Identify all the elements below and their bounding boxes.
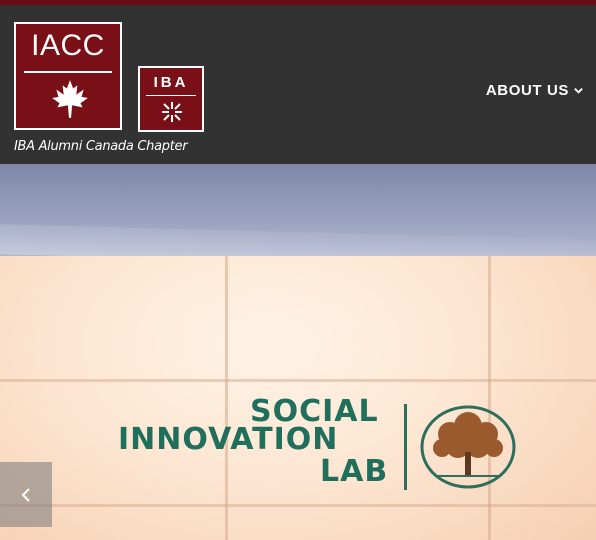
iba-logo[interactable]: IBA <box>138 66 204 132</box>
slider-prev-button[interactable] <box>0 462 52 527</box>
iba-logo-rule <box>146 95 196 96</box>
sign-text-lab: LAB <box>320 454 389 489</box>
iacc-logo[interactable]: IACC <box>14 22 122 130</box>
wall-panel-seam <box>0 379 596 382</box>
sign-text-innovation: INNOVATION <box>118 422 339 457</box>
maple-leaf-icon <box>52 80 88 118</box>
chevron-left-icon <box>21 487 30 502</box>
nav-about-us[interactable]: ABOUT US <box>486 82 584 99</box>
iba-mark-icon <box>162 102 182 122</box>
iacc-logo-text: IACC <box>31 29 105 62</box>
nav-about-us-label: ABOUT US <box>485 82 569 99</box>
sign-divider <box>404 404 407 490</box>
iacc-logo-rule <box>24 71 112 73</box>
wall-panel-seam <box>0 504 596 507</box>
site-tagline: IBA Alumni Canada Chapter <box>14 139 188 154</box>
iba-logo-text: IBA <box>153 74 189 91</box>
chevron-down-icon <box>574 88 583 94</box>
wall-panel-seam <box>225 256 228 540</box>
hero-slider: SOCIAL INNOVATION LAB <box>0 164 596 540</box>
tree-logo-icon <box>420 405 516 489</box>
site-header: IACC IBA IBA Alumni Canada Chapter ABOUT… <box>0 5 596 164</box>
wall-panel-seam <box>488 256 491 540</box>
